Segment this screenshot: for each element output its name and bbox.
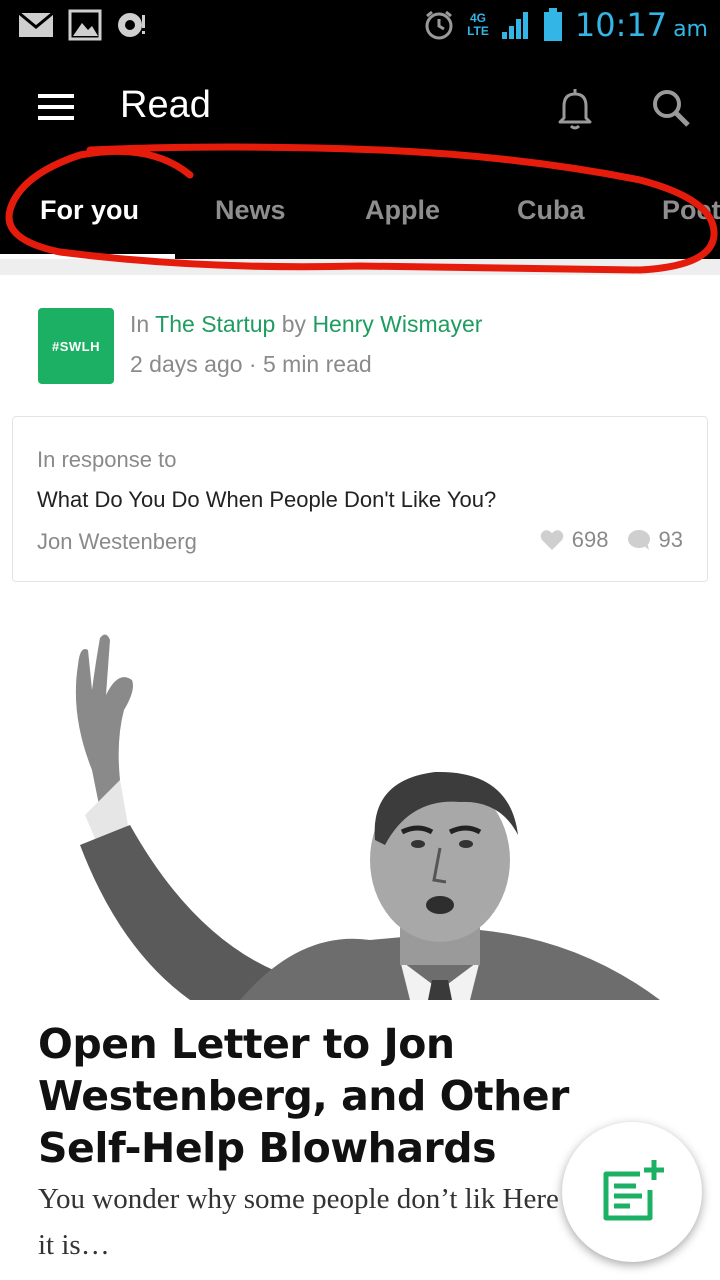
author-link[interactable]: Henry Wismayer — [312, 311, 482, 337]
menu-icon — [38, 94, 74, 120]
tabs-divider — [0, 259, 720, 275]
read-time: 5 min read — [262, 351, 372, 377]
menu-button[interactable] — [28, 86, 84, 130]
search-icon — [653, 90, 690, 127]
app-toolbar: Read — [0, 50, 720, 165]
heart-icon — [540, 530, 564, 550]
in-label: In — [130, 311, 150, 337]
mail-icon — [18, 12, 54, 37]
compose-icon — [603, 1160, 664, 1221]
response-author: Jon Westenberg — [37, 529, 197, 554]
topic-tabs: For you News Apple Cuba Poetry — [0, 165, 720, 259]
response-label: In response to — [37, 447, 177, 472]
response-title: What Do You Do When People Don't Like Yo… — [37, 487, 497, 512]
alarm-icon — [425, 10, 453, 40]
notifications-button[interactable] — [548, 82, 602, 136]
network-type-indicator: 4G LTE — [467, 12, 489, 38]
hero-photo[interactable] — [40, 620, 680, 1000]
comment-icon — [627, 530, 650, 550]
comment-count: 93 — [658, 527, 683, 552]
network-lte: LTE — [467, 24, 489, 38]
meta-separator: · — [248, 351, 257, 377]
compose-button[interactable] — [562, 1122, 702, 1262]
post-age: 2 days ago — [130, 351, 243, 377]
status-clock: 10:17 am — [575, 6, 708, 44]
tab-news[interactable]: News — [215, 195, 286, 226]
tab-apple[interactable]: Apple — [365, 195, 440, 226]
in-response-card[interactable]: In response to What Do You Do When Peopl… — [12, 416, 708, 582]
notification-icon — [118, 13, 145, 37]
search-button[interactable] — [644, 82, 698, 136]
like-count: 698 — [571, 527, 609, 552]
clock-time: 10:17 — [574, 6, 668, 44]
signal-icon — [501, 12, 528, 39]
battery-icon — [543, 8, 562, 41]
bell-icon — [558, 89, 592, 130]
post-meta: 2 days ago · 5 min read — [130, 351, 372, 378]
status-bar: 4G LTE 10:17 am — [0, 0, 720, 50]
page-title: Read — [120, 84, 211, 126]
by-label: by — [281, 311, 307, 337]
publication-logo[interactable]: #SWLH — [38, 308, 114, 384]
tab-poetry[interactable]: Poetry — [662, 195, 720, 226]
post-attribution: In The Startup by Henry Wismayer — [130, 311, 482, 338]
post-headline[interactable]: Open Letter to Jon Westenberg, and Other… — [38, 1018, 658, 1174]
gallery-icon — [68, 9, 102, 41]
tab-cuba[interactable]: Cuba — [517, 195, 585, 226]
clock-ampm: am — [673, 17, 708, 42]
response-stats: 698 93 — [540, 527, 683, 553]
post-excerpt[interactable]: You wonder why some people don’t lik Her… — [38, 1176, 578, 1268]
tab-for-you[interactable]: For you — [40, 195, 139, 226]
publication-link[interactable]: The Startup — [155, 311, 275, 337]
